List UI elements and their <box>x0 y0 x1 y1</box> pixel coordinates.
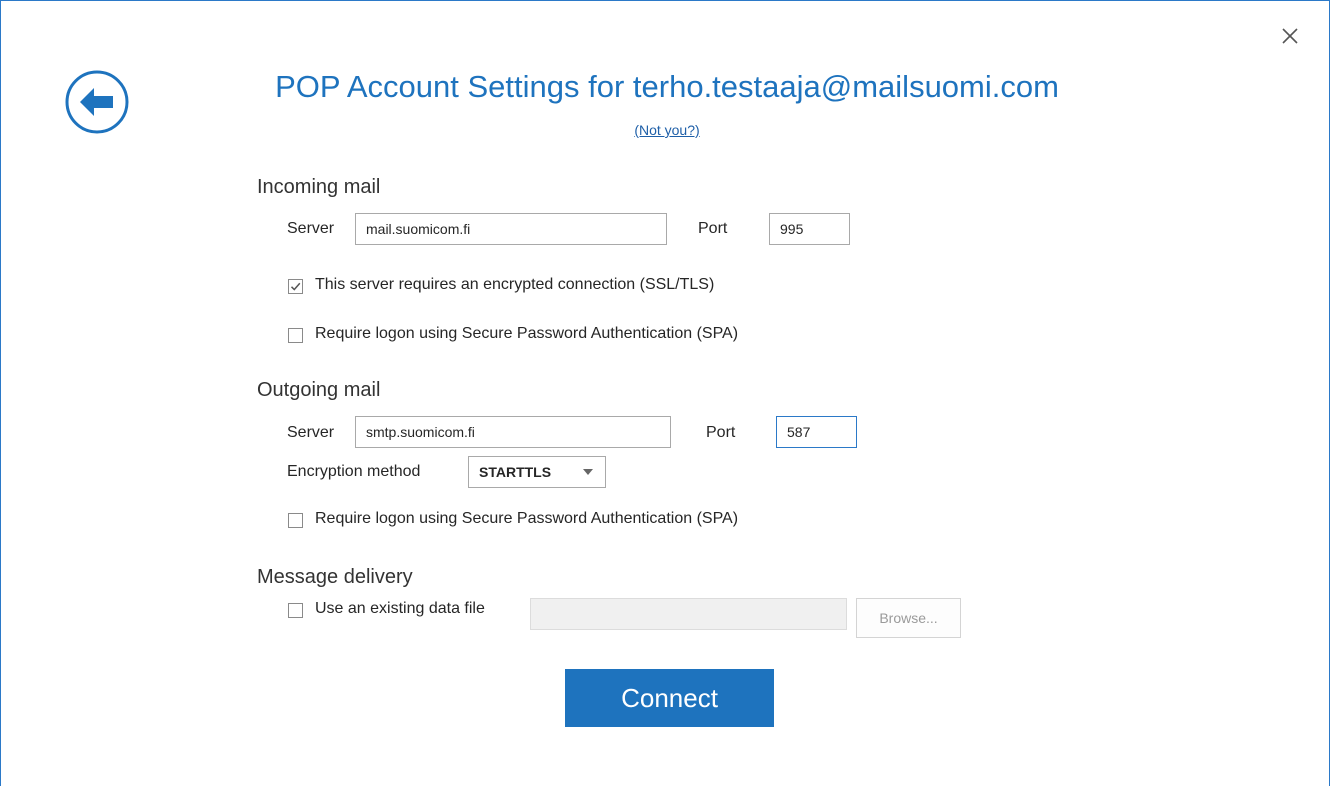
outgoing-port-input[interactable]: 587 <box>776 416 857 448</box>
not-you-link-container: (Not you?) <box>1 122 1332 138</box>
existing-data-file-checkbox[interactable] <box>288 603 303 618</box>
close-icon <box>1282 28 1298 44</box>
not-you-link[interactable]: (Not you?) <box>634 122 699 138</box>
dialog-window: POP Account Settings for terho.testaaja@… <box>0 0 1330 786</box>
incoming-spa-checkbox-label: Require logon using Secure Password Auth… <box>315 325 739 342</box>
incoming-spa-checkbox-row[interactable]: Require logon using Secure Password Auth… <box>288 325 738 343</box>
incoming-port-label: Port <box>698 220 728 237</box>
existing-data-file-checkbox-row[interactable]: Use an existing data file <box>288 600 485 618</box>
outgoing-server-label: Server <box>287 424 335 441</box>
incoming-port-input[interactable]: 995 <box>769 213 850 245</box>
dialog-title: POP Account Settings for terho.testaaja@… <box>275 69 1059 104</box>
outgoing-mail-heading: Outgoing mail <box>257 379 381 401</box>
ssl-checkbox[interactable] <box>288 279 303 294</box>
encryption-method-value: STARTTLS <box>479 464 552 480</box>
incoming-mail-heading: Incoming mail <box>257 176 381 198</box>
chevron-down-icon <box>583 469 593 475</box>
encryption-method-select[interactable]: STARTTLS <box>468 456 606 488</box>
outgoing-port-label: Port <box>706 424 736 441</box>
ssl-checkbox-row[interactable]: This server requires an encrypted connec… <box>288 276 714 294</box>
incoming-server-input[interactable]: mail.suomicom.fi <box>355 213 667 245</box>
close-button[interactable] <box>1279 25 1301 47</box>
incoming-spa-checkbox[interactable] <box>288 328 303 343</box>
outgoing-server-input[interactable]: smtp.suomicom.fi <box>355 416 671 448</box>
checkmark-icon <box>290 282 301 291</box>
message-delivery-heading: Message delivery <box>257 566 413 588</box>
encryption-method-label: Encryption method <box>287 463 421 480</box>
connect-button[interactable]: Connect <box>565 669 774 727</box>
browse-button: Browse... <box>856 598 961 638</box>
outgoing-spa-checkbox-row[interactable]: Require logon using Secure Password Auth… <box>288 510 738 528</box>
data-file-path-input <box>530 598 847 630</box>
existing-data-file-label: Use an existing data file <box>315 600 485 617</box>
outgoing-spa-checkbox-label: Require logon using Secure Password Auth… <box>315 510 739 527</box>
incoming-server-label: Server <box>287 220 335 237</box>
outgoing-spa-checkbox[interactable] <box>288 513 303 528</box>
ssl-checkbox-label: This server requires an encrypted connec… <box>315 276 715 293</box>
